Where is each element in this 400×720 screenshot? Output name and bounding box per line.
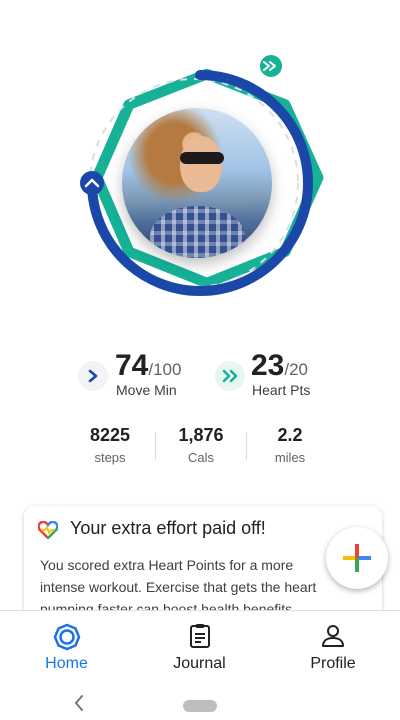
heart-pts-value: 23/20 [251, 349, 309, 382]
calories-value: 1,876 [178, 425, 224, 445]
profile-icon [321, 623, 345, 654]
home-icon [53, 623, 81, 656]
card-title: Your extra effort paid off! [70, 518, 266, 538]
distance-label: miles [274, 450, 306, 465]
nav-journal-label: Journal [173, 655, 226, 672]
nav-home-label: Home [45, 655, 88, 672]
move-min-value: 74/100 [115, 349, 182, 382]
double-chevron-right-icon [215, 361, 245, 391]
home-pill[interactable] [183, 700, 217, 712]
move-minutes-marker-icon [80, 171, 104, 195]
activity-rings[interactable] [0, 0, 400, 345]
heart-points-marker-icon [260, 55, 282, 77]
move-min-label: Move Min [116, 382, 177, 398]
nav-home[interactable]: Home [0, 611, 133, 691]
steps-value: 8225 [89, 425, 131, 445]
calories-label: Cals [187, 450, 214, 465]
add-icon [343, 544, 371, 572]
system-navigation-bar [0, 690, 400, 720]
heart-pts-goal: /20 [284, 360, 309, 379]
heart-icon [37, 520, 59, 544]
journal-icon [188, 623, 212, 654]
heart-pts-label: Heart Pts [252, 382, 311, 398]
distance-value: 2.2 [277, 425, 303, 445]
steps-label: steps [94, 450, 126, 465]
nav-profile[interactable]: Profile [266, 611, 400, 691]
add-activity-button[interactable] [326, 527, 388, 589]
move-min-goal: /100 [148, 360, 182, 379]
steps-stat: 8225 steps [60, 425, 160, 465]
chevron-right-icon [78, 361, 108, 391]
nav-journal[interactable]: Journal [133, 611, 266, 691]
back-icon[interactable] [72, 694, 86, 717]
nav-profile-label: Profile [310, 655, 356, 672]
distance-stat: 2.2 miles [240, 425, 340, 465]
bottom-navigation: Home Journal Profile [0, 610, 400, 691]
calories-stat: 1,876 Cals [151, 425, 251, 465]
profile-photo [122, 108, 272, 258]
